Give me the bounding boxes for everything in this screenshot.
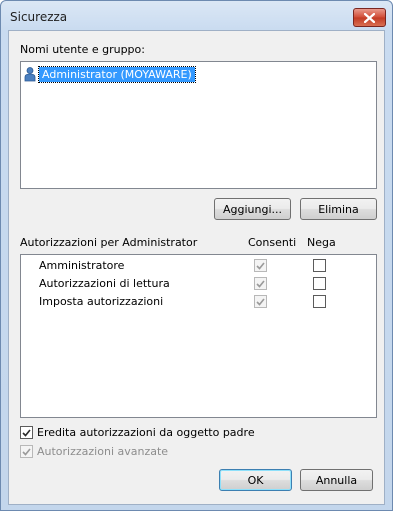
add-button[interactable]: Aggiungi... xyxy=(214,198,291,220)
window-title: Sicurezza xyxy=(10,10,68,24)
list-item[interactable]: Administrator (MOYAWARE) xyxy=(24,65,196,83)
permission-name: Amministratore xyxy=(39,259,125,272)
checkmark-icon xyxy=(22,447,31,456)
remove-button[interactable]: Elimina xyxy=(300,198,377,220)
user-name: Administrator (MOYAWARE) xyxy=(38,65,196,83)
permissions-list: Amministratore Autorizzazioni di lettura… xyxy=(20,254,377,418)
user-icon xyxy=(24,66,36,81)
table-row: Autorizzazioni di lettura xyxy=(21,275,376,293)
users-list[interactable]: Administrator (MOYAWARE) xyxy=(20,61,377,189)
checkmark-icon xyxy=(256,261,265,270)
advanced-label: Autorizzazioni avanzate xyxy=(37,445,169,458)
cancel-button[interactable]: Annulla xyxy=(300,469,373,491)
permission-name: Autorizzazioni di lettura xyxy=(39,277,170,290)
deny-checkbox[interactable] xyxy=(313,277,326,290)
permissions-label: Autorizzazioni per Administrator xyxy=(20,236,198,249)
table-row: Imposta autorizzazioni xyxy=(21,293,376,311)
permission-name: Imposta autorizzazioni xyxy=(39,295,164,308)
checkmark-icon xyxy=(256,279,265,288)
allow-column-header: Consenti xyxy=(248,236,297,249)
users-label: Nomi utente e gruppo: xyxy=(20,43,145,56)
dialog-client-area: Nomi utente e gruppo: Administrator (MOY… xyxy=(8,30,385,505)
inherit-checkbox[interactable] xyxy=(20,426,33,439)
table-row: Amministratore xyxy=(21,257,376,275)
deny-checkbox[interactable] xyxy=(313,259,326,272)
ok-button[interactable]: OK xyxy=(219,469,292,491)
close-button[interactable] xyxy=(353,8,386,27)
title-bar[interactable]: Sicurezza xyxy=(1,1,392,31)
inherit-label[interactable]: Eredita autorizzazioni da oggetto padre xyxy=(37,426,255,439)
checkmark-icon xyxy=(22,428,31,437)
allow-checkbox xyxy=(254,277,267,290)
deny-checkbox[interactable] xyxy=(313,295,326,308)
advanced-checkbox xyxy=(20,445,33,458)
checkmark-icon xyxy=(256,297,265,306)
security-dialog: Sicurezza Nomi utente e gruppo: Administ… xyxy=(0,0,393,511)
deny-column-header: Nega xyxy=(307,236,336,249)
close-icon xyxy=(364,12,375,23)
allow-checkbox xyxy=(254,295,267,308)
allow-checkbox xyxy=(254,259,267,272)
